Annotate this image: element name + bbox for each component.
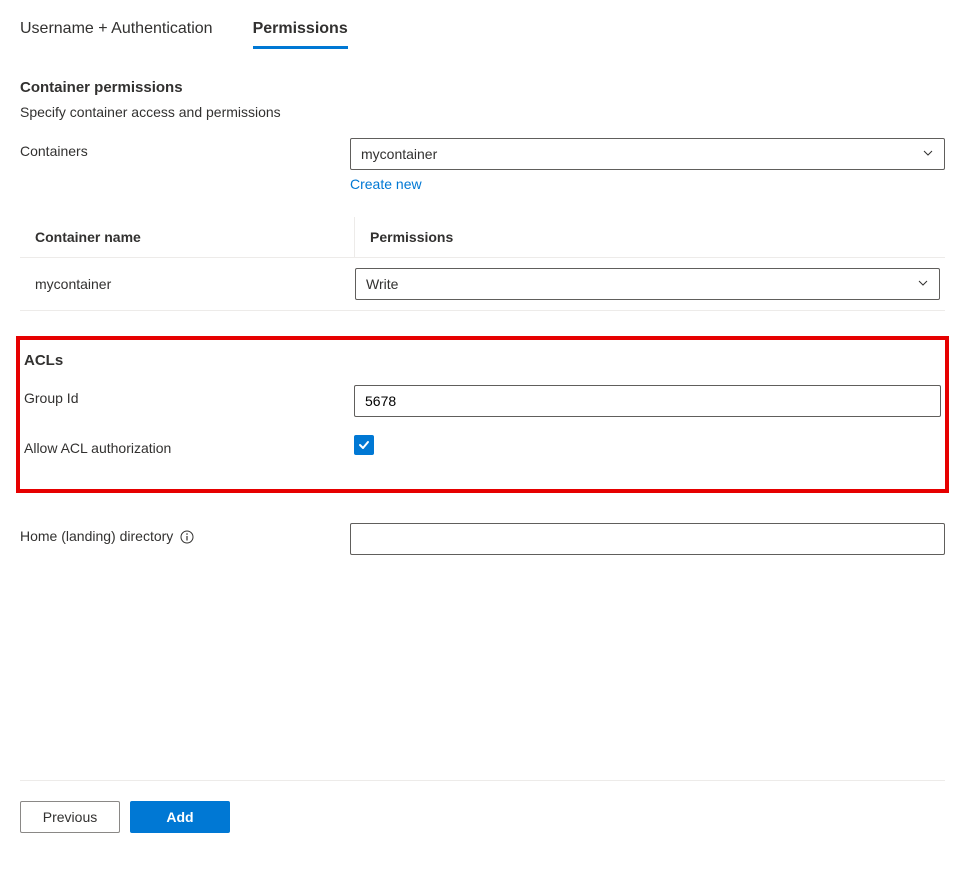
group-id-label: Group Id <box>24 385 354 406</box>
containers-label: Containers <box>20 138 350 159</box>
check-icon <box>357 438 371 452</box>
allow-acl-checkbox[interactable] <box>354 435 374 455</box>
group-id-input[interactable] <box>354 385 941 417</box>
divider <box>20 780 945 781</box>
info-icon[interactable] <box>180 530 194 544</box>
table-row: mycontainer Write <box>20 258 945 311</box>
previous-button[interactable]: Previous <box>20 801 120 833</box>
acls-title: ACLs <box>20 352 945 369</box>
container-permissions-section: Container permissions Specify container … <box>20 79 945 192</box>
tab-permissions[interactable]: Permissions <box>253 20 348 49</box>
tab-username-authentication[interactable]: Username + Authentication <box>20 20 213 49</box>
home-directory-section: Home (landing) directory <box>20 523 945 555</box>
allow-acl-label: Allow ACL authorization <box>24 435 354 456</box>
home-directory-input[interactable] <box>350 523 945 555</box>
container-permissions-title: Container permissions <box>20 79 945 96</box>
group-id-row: Group Id <box>20 385 945 417</box>
table-cell-container-name: mycontainer <box>20 276 355 292</box>
chevron-down-icon <box>917 276 929 292</box>
add-button[interactable]: Add <box>130 801 230 833</box>
home-directory-label: Home (landing) directory <box>20 523 350 544</box>
containers-select[interactable]: mycontainer <box>350 138 945 170</box>
allow-acl-row: Allow ACL authorization <box>20 435 945 456</box>
table-header-permissions: Permissions <box>355 217 945 257</box>
button-row: Previous Add <box>20 801 945 833</box>
create-new-link[interactable]: Create new <box>350 176 422 192</box>
table-header: Container name Permissions <box>20 217 945 258</box>
container-permissions-description: Specify container access and permissions <box>20 104 945 120</box>
containers-table: Container name Permissions mycontainer W… <box>20 217 945 311</box>
chevron-down-icon <box>922 146 934 162</box>
table-header-container-name: Container name <box>20 217 355 257</box>
home-directory-row: Home (landing) directory <box>20 523 945 555</box>
tabs-bar: Username + Authentication Permissions <box>20 20 945 49</box>
permissions-select[interactable]: Write <box>355 268 940 300</box>
permissions-select-value: Write <box>366 276 398 292</box>
containers-select-value: mycontainer <box>361 146 437 162</box>
containers-row: Containers mycontainer Create new <box>20 138 945 192</box>
acls-section: ACLs Group Id Allow ACL authorization <box>16 336 949 493</box>
